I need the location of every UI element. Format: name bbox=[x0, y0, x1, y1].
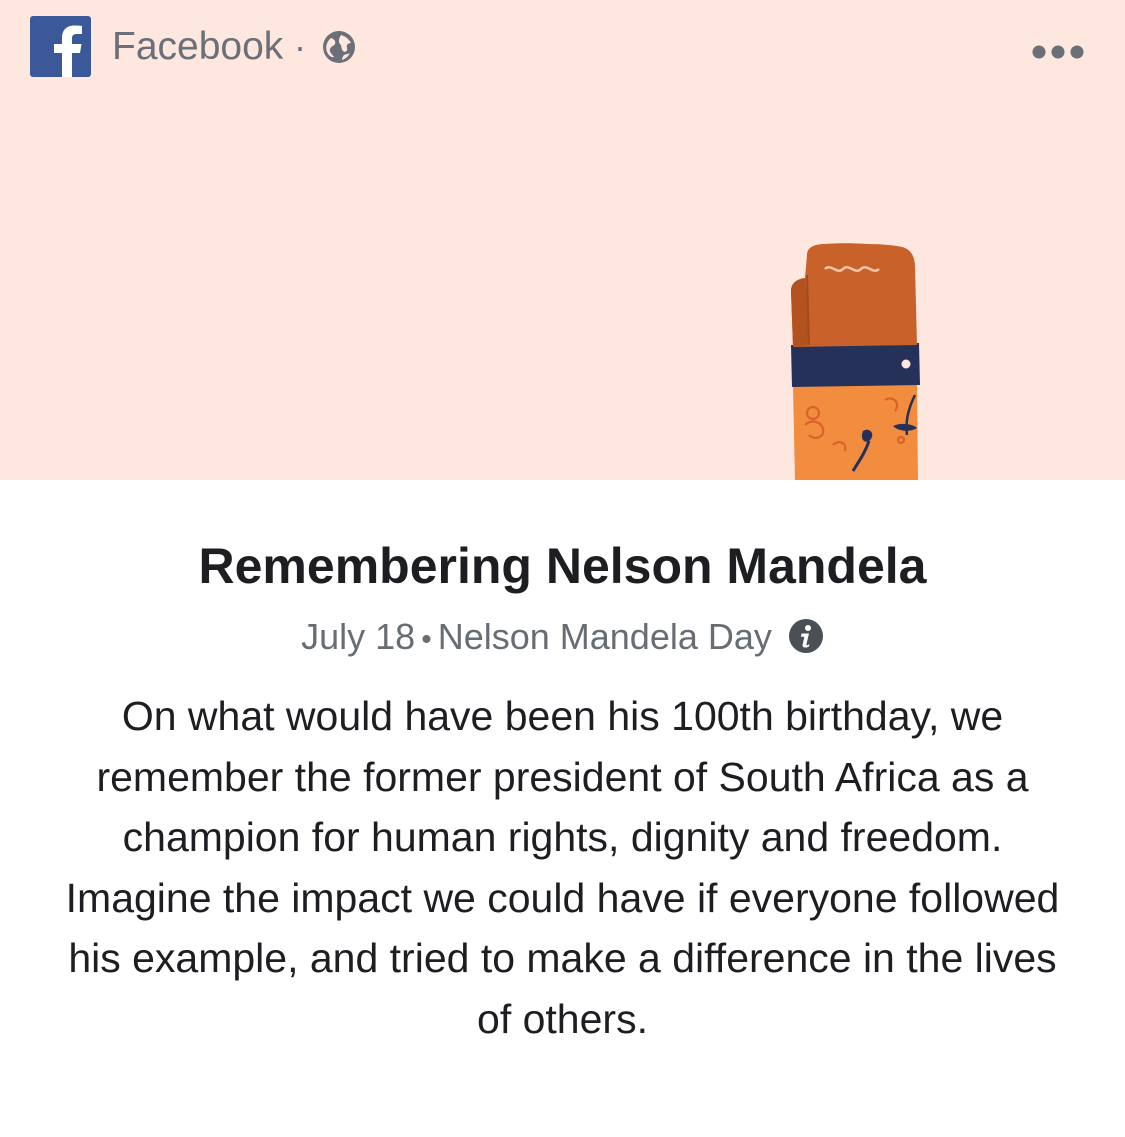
info-icon[interactable] bbox=[788, 618, 824, 654]
event-name: Nelson Mandela Day bbox=[437, 616, 772, 657]
post-meta: July 18 • Nelson Mandela Day bbox=[0, 614, 1125, 663]
globe-icon bbox=[322, 30, 356, 64]
facebook-logo-icon[interactable] bbox=[30, 16, 91, 77]
separator-dot: · bbox=[294, 26, 306, 67]
story-card: Facebook · Remembering Nelson Mandela Ju… bbox=[0, 0, 1125, 1137]
post-content: Remembering Nelson Mandela July 18 • Nelso… bbox=[0, 480, 1125, 1137]
more-dots-icon[interactable] bbox=[1032, 42, 1084, 62]
meta-bullet: • bbox=[421, 623, 432, 656]
raised-fist-illustration bbox=[775, 235, 945, 480]
post-date: July 18 bbox=[301, 616, 416, 657]
banner: Facebook · bbox=[0, 0, 1125, 480]
source-name[interactable]: Facebook bbox=[112, 24, 283, 70]
post-title: Remembering Nelson Mandela bbox=[198, 538, 927, 594]
card-header: Facebook · bbox=[0, 0, 1125, 95]
post-body: On what would have been his 100th birthd… bbox=[65, 693, 1060, 1042]
